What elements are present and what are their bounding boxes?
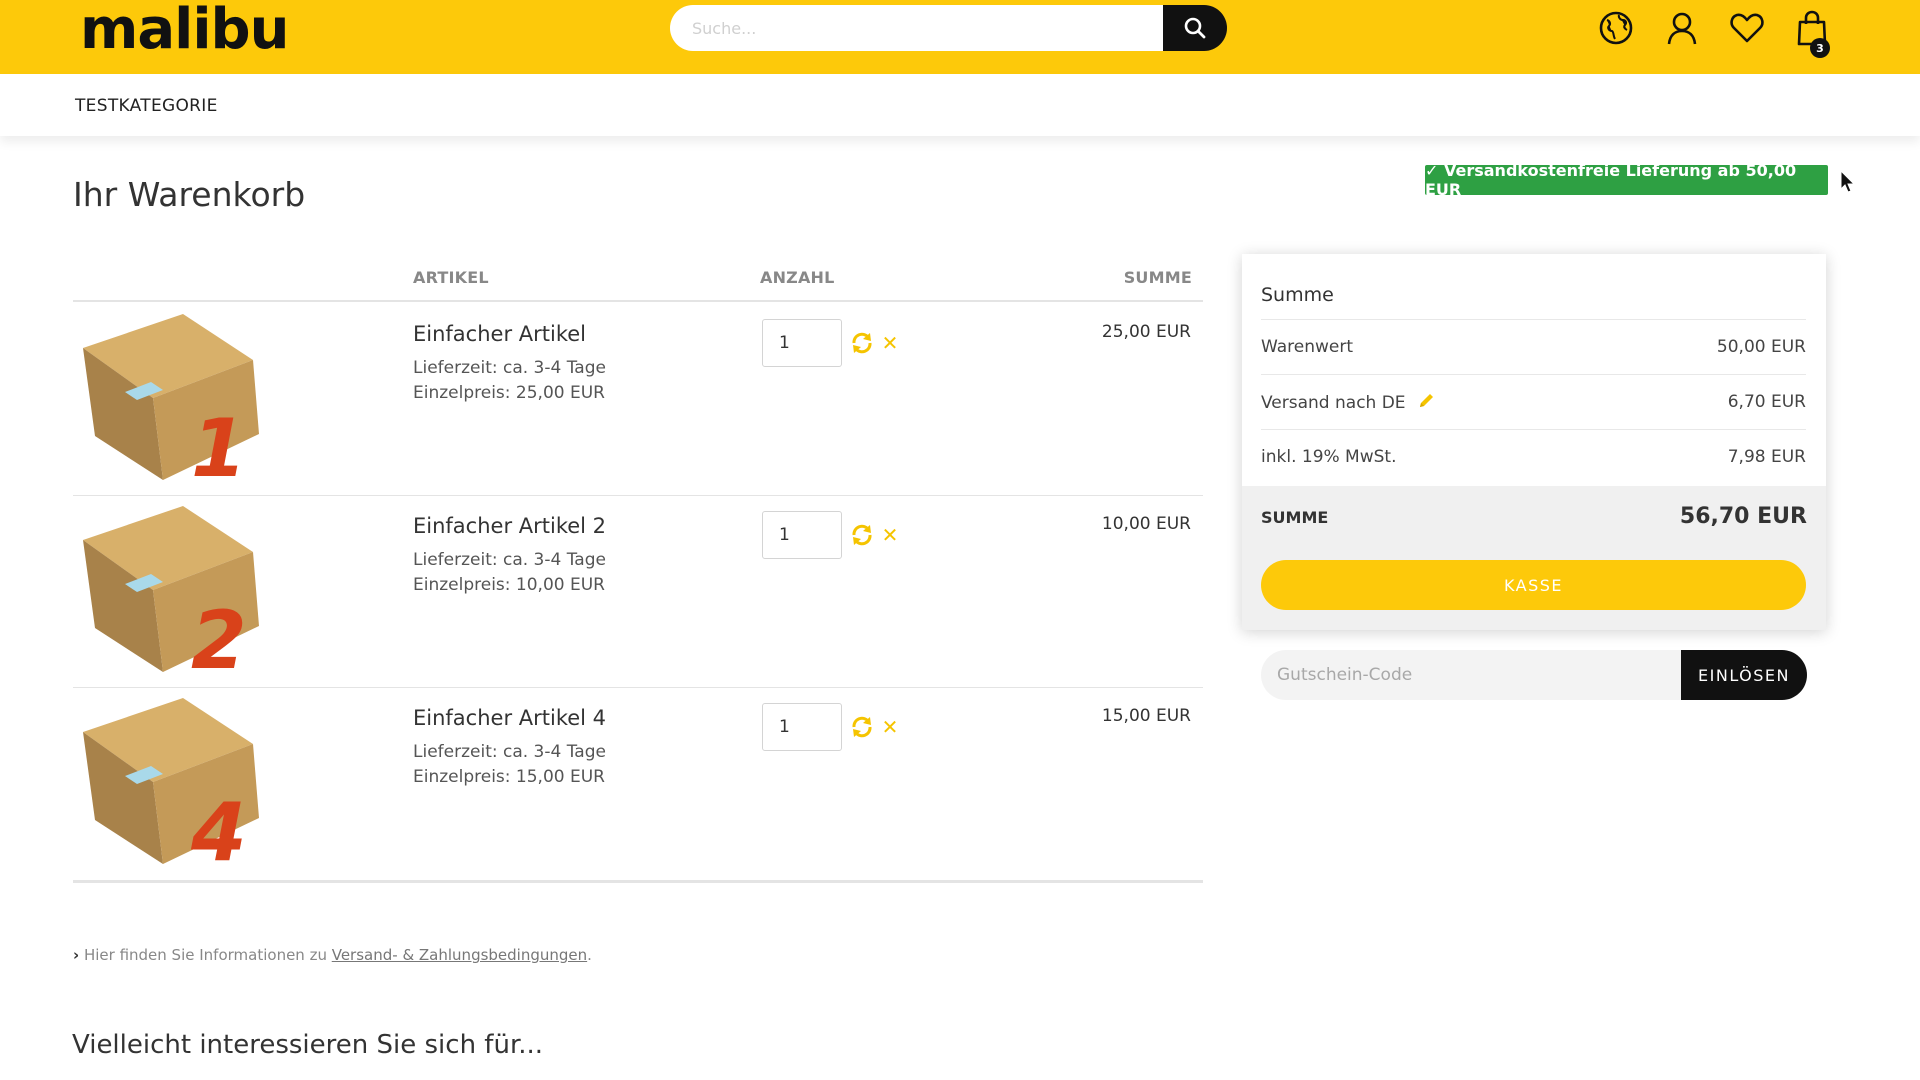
summary-label: Versand nach DE (1261, 392, 1435, 413)
product-unit-price: Einzelpreis: 25,00 EUR (413, 383, 605, 403)
product-number: 2 (191, 594, 247, 685)
account-button[interactable] (1663, 8, 1701, 48)
summary-value: 50,00 EUR (1716, 337, 1806, 357)
cart-count-badge: 3 (1810, 38, 1830, 58)
row-divider (73, 687, 1203, 688)
quantity-input[interactable] (762, 703, 842, 751)
refresh-icon[interactable] (850, 715, 874, 739)
remove-icon[interactable]: ✕ (879, 523, 901, 547)
product-delivery-time: Lieferzeit: ca. 3-4 Tage (413, 358, 606, 378)
row-sum: 25,00 EUR (1101, 322, 1191, 342)
summary-label: inkl. 19% MwSt. (1261, 447, 1397, 467)
summary-title: Summe (1261, 284, 1334, 306)
voucher-code-input[interactable] (1261, 650, 1701, 700)
page-title: Ihr Warenkorb (73, 175, 306, 214)
globe-icon (1599, 11, 1633, 45)
product-unit-price: Einzelpreis: 15,00 EUR (413, 767, 605, 787)
search-button[interactable] (1163, 5, 1227, 51)
logo[interactable]: malibu (80, 0, 289, 60)
search-box (670, 5, 1227, 51)
shipping-terms-link[interactable]: Versand- & Zahlungsbedingungen (332, 946, 587, 964)
cart-row: 1 Einfacher Artikel Lieferzeit: ca. 3-4 … (73, 308, 1203, 500)
shipping-info-line: › Hier finden Sie Informationen zu Versa… (73, 946, 592, 964)
total-value: 56,70 EUR (1679, 504, 1807, 529)
quantity-input[interactable] (762, 319, 842, 367)
free-shipping-badge: ✓ Versandkostenfreie Lieferung ab 50,00 … (1425, 161, 1828, 199)
remove-icon[interactable]: ✕ (879, 331, 901, 355)
chevron-right-icon: › (73, 946, 80, 964)
total-label: SUMME (1261, 508, 1329, 527)
row-sum: 10,00 EUR (1101, 514, 1191, 534)
column-header-quantity: ANZAHL (760, 268, 835, 287)
pencil-icon[interactable] (1417, 392, 1435, 410)
heart-icon (1730, 13, 1764, 43)
mouse-cursor-icon (1840, 170, 1856, 193)
search-icon (1184, 17, 1206, 39)
info-text: Hier finden Sie Informationen zu (83, 946, 332, 964)
product-number: 4 (190, 786, 247, 877)
product-name[interactable]: Einfacher Artikel 4 (413, 706, 606, 730)
row-sum: 15,00 EUR (1101, 706, 1191, 726)
table-bottom-divider (73, 880, 1203, 883)
column-header-article: ARTIKEL (413, 268, 489, 287)
summary-row-tax: inkl. 19% MwSt. 7,98 EUR (1261, 429, 1806, 484)
summary-value: 7,98 EUR (1727, 447, 1806, 467)
remove-icon[interactable]: ✕ (879, 715, 901, 739)
category-nav: TESTKATEGORIE (0, 74, 1920, 136)
refresh-icon[interactable] (850, 523, 874, 547)
cart-row: 4 Einfacher Artikel 4 Lieferzeit: ca. 3-… (73, 692, 1203, 884)
shipping-label-text: Versand nach DE (1261, 393, 1406, 413)
summary-total-band: SUMME 56,70 EUR KASSE (1242, 486, 1826, 630)
nav-item-testkategorie[interactable]: TESTKATEGORIE (75, 96, 218, 116)
user-icon (1667, 12, 1697, 45)
language-button[interactable] (1597, 8, 1635, 48)
product-name[interactable]: Einfacher Artikel 2 (413, 514, 606, 538)
related-products-title: Vielleicht interessieren Sie sich für... (72, 1030, 544, 1060)
summary-row-shipping: Versand nach DE 6,70 EUR (1261, 374, 1806, 429)
summary-row-subtotal: Warenwert 50,00 EUR (1261, 319, 1806, 374)
table-divider (73, 300, 1203, 302)
product-number: 1 (191, 402, 247, 493)
search-input[interactable] (670, 5, 1164, 51)
product-image[interactable]: 4 (73, 692, 273, 877)
product-name[interactable]: Einfacher Artikel (413, 322, 586, 346)
refresh-icon[interactable] (850, 331, 874, 355)
header-bar: malibu 3 (0, 0, 1920, 74)
cart-row: 2 Einfacher Artikel 2 Lieferzeit: ca. 3-… (73, 500, 1203, 692)
row-divider (73, 495, 1203, 496)
checkout-button[interactable]: KASSE (1261, 560, 1806, 610)
column-header-sum: SUMME (1123, 268, 1192, 287)
product-unit-price: Einzelpreis: 10,00 EUR (413, 575, 605, 595)
summary-value: 6,70 EUR (1727, 392, 1806, 412)
product-image[interactable]: 1 (73, 308, 273, 493)
order-summary-card: Summe Warenwert 50,00 EUR Versand nach D… (1242, 254, 1826, 630)
wishlist-button[interactable] (1728, 8, 1766, 48)
redeem-voucher-button[interactable]: EINLÖSEN (1681, 650, 1807, 700)
product-delivery-time: Lieferzeit: ca. 3-4 Tage (413, 742, 606, 762)
summary-label: Warenwert (1261, 337, 1354, 357)
quantity-input[interactable] (762, 511, 842, 559)
info-suffix: . (587, 946, 592, 964)
product-delivery-time: Lieferzeit: ca. 3-4 Tage (413, 550, 606, 570)
product-image[interactable]: 2 (73, 500, 273, 685)
